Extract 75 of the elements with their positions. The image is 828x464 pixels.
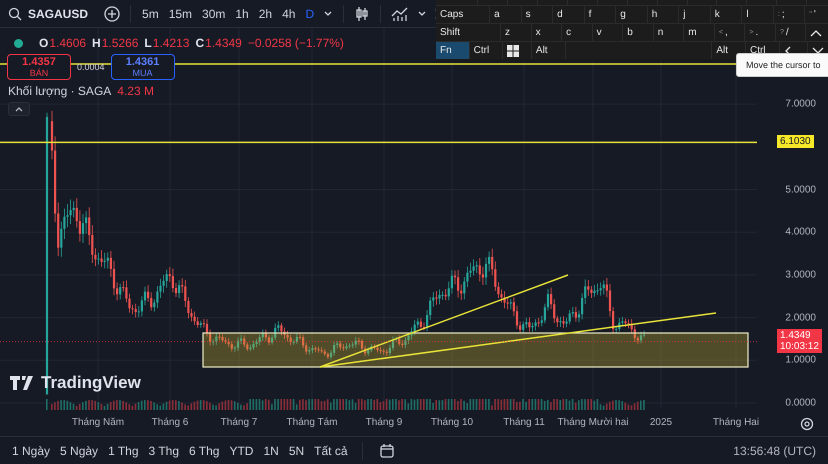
time-axis-label: Tháng 7 [220,417,258,428]
clock-text: 13:56:48 (UTC) [733,444,816,458]
ohlc-value: 1.5266 [102,36,138,50]
time-axis-label: Tháng Hai [712,417,760,428]
time-axis-label: Tháng 11 [503,417,545,428]
time-axis-label: 2025 [650,417,672,428]
keyboard-key[interactable]: v [592,24,622,41]
keyboard-key[interactable]: Caps [436,6,490,23]
interval-button[interactable]: 4h [279,4,298,22]
keyboard-key[interactable]: Ctrl [470,42,502,59]
time-axis-label: Tháng Năm [72,417,124,428]
range-button[interactable]: 1 Thg [108,444,139,458]
range-button[interactable]: 1 Ngày [12,444,50,458]
keyboard-key[interactable]: l [742,6,773,23]
interval-button[interactable]: 2h [256,4,276,22]
keyboard-key[interactable]: c [562,24,592,41]
keyboard-key[interactable]: j [679,6,710,23]
keyboard-key[interactable]: n [654,24,684,41]
ohlc-value: 1.4213 [152,36,190,50]
last-price: 1.4349 [780,330,812,341]
range-button[interactable]: 3 Thg [148,444,179,458]
time-axis-label: Tháng 9 [366,417,402,428]
sell-button[interactable]: 1.4357 BÁN [7,54,71,80]
price-axis-label: 4.0000 [785,226,816,238]
ohlc-value: 1.4606 [49,36,86,50]
keyboard-key[interactable]: Alt [532,42,565,59]
range-button[interactable]: YTD [229,444,254,458]
price-axis-label: 0.0000 [785,398,816,408]
range-button[interactable]: 5 Ngày [60,444,98,458]
interval-button[interactable]: 5m [139,4,162,22]
price-axis-label: 5.0000 [785,184,816,195]
volume-label: Khối lượng · SAGA [8,84,112,98]
interval-button[interactable]: D [302,4,318,22]
keyboard-key[interactable]: g [616,6,647,23]
keyboard-key[interactable]: f [584,6,616,23]
price-change: −0.0258 (−1.77%) [248,36,344,50]
time-axis-label: Tháng 6 [152,417,188,428]
range-button[interactable]: 5N [288,444,304,458]
ohlc-value: 1.4349 [205,36,242,50]
keyboard-key[interactable]: x [532,24,562,41]
ohlc-key: C [195,36,204,50]
symbol-name[interactable]: SAGAUSD [28,6,88,20]
price-axis-label: 3.0000 [785,269,816,280]
ohlc-key: H [92,36,101,50]
tooltip: Move the cursor to [736,53,828,77]
volume-value: 4.23 M [117,84,154,98]
time-axis-label: Tháng Tám [286,417,338,428]
ohlc-key: L [144,36,152,50]
ohlc-key: O [39,36,48,50]
range-button[interactable]: 1N [263,444,279,458]
keyboard-key[interactable]: m [684,24,714,41]
keyboard-key[interactable]: d [553,6,584,23]
keyboard-key[interactable]: Alt [712,42,745,59]
keyboard-key[interactable]: a [490,6,521,23]
keyboard-key[interactable]: s [522,6,552,23]
spread-value: 0.0004 [77,62,105,72]
time-axis-label: Tháng Mười hai [557,417,629,428]
time-axis-label: Tháng 10 [430,417,474,428]
interval-button[interactable]: 15m [166,4,196,22]
keyboard-key[interactable]: h [648,6,678,23]
interval-button[interactable]: 30m [199,4,228,22]
keyboard-key[interactable]: z [501,24,531,41]
price-axis-label: 2.0000 [785,312,816,324]
range-button[interactable]: 6 Thg [189,444,220,458]
price-axis-label: 1.0000 [785,354,816,366]
interval-button[interactable]: 1h [232,4,252,22]
keyboard-key[interactable]: Fn [436,42,469,59]
price-axis-label: 7.0000 [785,98,816,110]
keyboard-key[interactable]: k [710,6,742,23]
range-button[interactable]: Tất cả [314,444,348,458]
keyboard-key[interactable]: b [623,24,653,41]
candle-countdown: 10:03:12 [780,340,819,352]
keyboard-key[interactable]: Shift [436,24,500,41]
line-price-tag: 6.1030 [777,135,814,148]
buy-button[interactable]: 1.4361 MUA [110,54,175,80]
